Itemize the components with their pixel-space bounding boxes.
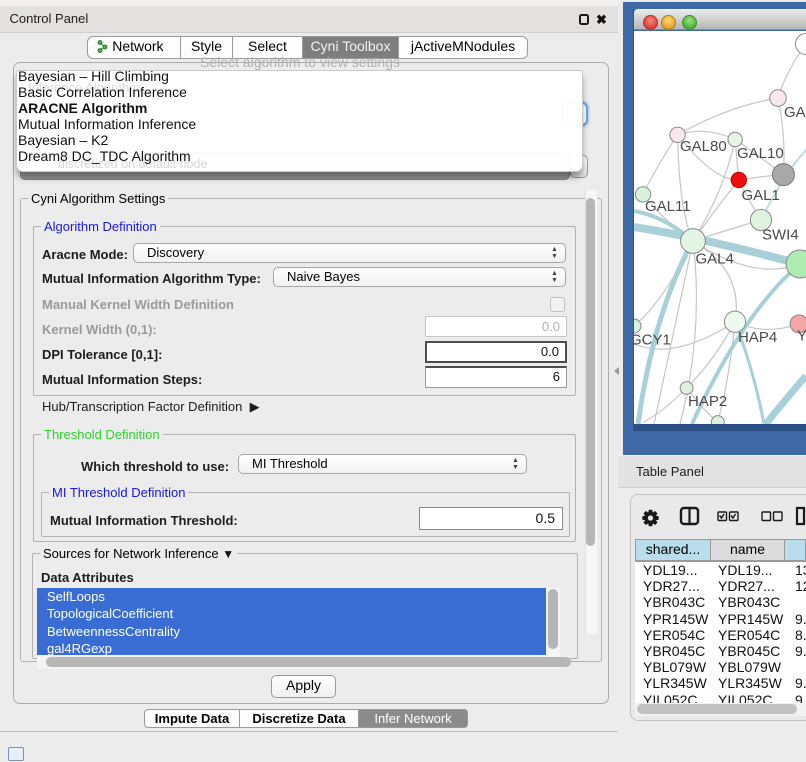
svg-text:HAP4: HAP4 [738, 329, 777, 346]
svg-text:Y: Y [797, 328, 806, 345]
svg-text:GAL4: GAL4 [696, 251, 734, 268]
svg-text:GAL: GAL [784, 104, 806, 121]
svg-text:SWI4: SWI4 [762, 227, 799, 244]
svg-text:GAL10: GAL10 [737, 145, 784, 162]
svg-text:GAL11: GAL11 [645, 198, 691, 215]
svg-text:GCY1: GCY1 [634, 332, 671, 349]
svg-text:GAL1: GAL1 [742, 187, 780, 204]
svg-text:GAL80: GAL80 [680, 138, 727, 155]
svg-text:HAP2: HAP2 [688, 393, 727, 410]
